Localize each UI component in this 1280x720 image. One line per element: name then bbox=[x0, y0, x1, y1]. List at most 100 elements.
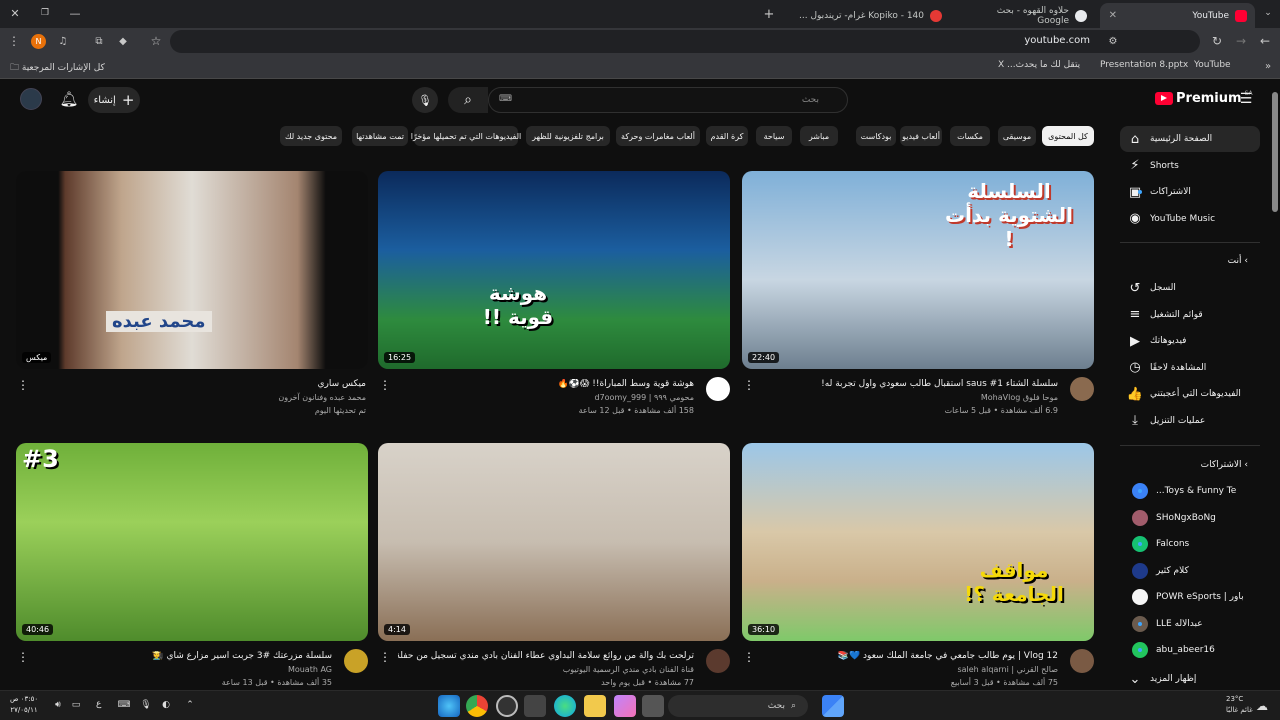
copilot-taskbar-icon[interactable] bbox=[614, 695, 636, 717]
profile-avatar[interactable]: N bbox=[31, 34, 46, 49]
app-taskbar-icon[interactable] bbox=[496, 695, 518, 717]
chip-6[interactable]: سياحة bbox=[756, 126, 792, 146]
sidebar-item[interactable]: ≡ قوائم التشغيل bbox=[1120, 302, 1260, 328]
file-explorer-taskbar-icon[interactable] bbox=[584, 695, 606, 717]
chip-5[interactable]: مباشر bbox=[800, 126, 838, 146]
channel-avatar[interactable] bbox=[706, 377, 730, 401]
tab-kopiko[interactable]: Kopiko - 140 غرام- تريندبول ... bbox=[780, 3, 950, 28]
sidebar-subscription[interactable]: كلام كثير bbox=[1120, 558, 1260, 584]
chip-1[interactable]: موسيقى bbox=[998, 126, 1036, 146]
voice-search-icon[interactable]: 🎙︎ bbox=[412, 87, 438, 113]
bookmark-all[interactable]: كل الإشارات المرجعية 🗀 bbox=[10, 60, 105, 76]
channel-name[interactable]: Mouath AG bbox=[36, 665, 332, 674]
notifications-icon[interactable]: 🔔︎ bbox=[59, 89, 78, 109]
chip-4[interactable]: بودكاست bbox=[856, 126, 896, 146]
more-actions-icon[interactable]: ⋮ bbox=[743, 378, 755, 392]
sidebar-item[interactable]: ⌂ الصفحة الرئيسية bbox=[1120, 126, 1260, 152]
bookmark-star-icon[interactable]: ☆ bbox=[149, 34, 163, 48]
scrollbar-thumb[interactable] bbox=[1272, 92, 1278, 212]
sidebar-item[interactable]: ⤓ عمليات التنزيل bbox=[1120, 408, 1260, 434]
video-title[interactable]: هوشة قوية وسط المباراة!! 😱⚽️🔥 bbox=[398, 379, 694, 389]
show-hidden-icons-icon[interactable]: ⌃ bbox=[184, 699, 196, 711]
new-tab-icon[interactable]: + bbox=[762, 5, 776, 23]
more-actions-icon[interactable]: ⋮ bbox=[17, 378, 29, 392]
create-button[interactable]: إنشاء + bbox=[88, 87, 140, 113]
chip-10[interactable]: الفيديوهات التي تم تحميلها مؤخرًا bbox=[411, 126, 521, 146]
back-icon[interactable]: ← bbox=[1258, 34, 1272, 48]
app-tray-icon[interactable]: ◐ bbox=[160, 699, 172, 711]
chip-0[interactable]: كل المحتوى bbox=[1042, 126, 1094, 146]
extensions-icon[interactable]: ⧉ bbox=[92, 34, 106, 48]
video-thumbnail[interactable]: السلسلة الشتوية بدأت ! 22:40 bbox=[742, 171, 1094, 369]
close-icon[interactable]: ✕ bbox=[1109, 10, 1117, 21]
task-view-taskbar-icon[interactable] bbox=[642, 695, 664, 717]
show-more-button[interactable]: ⌄ إظهار المزيد bbox=[1120, 666, 1260, 692]
more-actions-icon[interactable]: ⋮ bbox=[17, 650, 29, 664]
volume-icon[interactable]: 🔊︎ bbox=[52, 699, 64, 711]
video-thumbnail[interactable]: #3 40:46 bbox=[16, 443, 368, 641]
video-thumbnail[interactable]: 4:14 bbox=[378, 443, 730, 641]
media-control-icon[interactable]: ♫ bbox=[56, 34, 70, 48]
keyboard-tray-icon[interactable]: ⌨ bbox=[118, 699, 131, 711]
video-thumbnail[interactable]: هوشة قوية !! 16:25 bbox=[378, 171, 730, 369]
chrome-taskbar-icon[interactable] bbox=[466, 695, 488, 717]
network-icon[interactable]: ▭ bbox=[70, 699, 82, 711]
bookmark-presentation[interactable]: Presentation 8.pptx bbox=[1100, 60, 1188, 70]
sidebar-subscription[interactable]: باور | POWR eSports bbox=[1120, 584, 1260, 610]
channel-avatar[interactable] bbox=[344, 649, 368, 673]
bookmarks-overflow-icon[interactable]: » bbox=[1262, 60, 1274, 72]
chip-8[interactable]: ألعاب مغامرات وحركة bbox=[616, 126, 700, 146]
chip-9[interactable]: برامج تلفزيونية للظهر bbox=[526, 126, 610, 146]
channel-avatar[interactable] bbox=[706, 649, 730, 673]
account-avatar[interactable] bbox=[20, 88, 42, 110]
video-title[interactable]: سلسلة الشتاء saus #1 استقبال طالب سعودي … bbox=[762, 379, 1058, 389]
sidebar-item[interactable]: ◷ المشاهدة لاحقًا bbox=[1120, 355, 1260, 381]
reload-icon[interactable]: ↻ bbox=[1210, 34, 1224, 48]
sidebar-subscription[interactable]: Falcons bbox=[1120, 531, 1260, 557]
tab-google-search[interactable]: حلاوه القهوه - بحث Google bbox=[955, 3, 1095, 28]
sidebar-subscription[interactable]: Toys & Funny Te... bbox=[1120, 478, 1260, 504]
sidebar-item[interactable]: ▶ فيديوهاتك bbox=[1120, 328, 1260, 354]
menu-icon[interactable]: ⋮ bbox=[8, 34, 20, 48]
video-title[interactable]: سلسلة مزرعتك #3 جربت اسير مزارع شاي 🧑‍🌾 bbox=[36, 651, 332, 661]
chip-3[interactable]: ألعاب فيديو bbox=[900, 126, 942, 146]
page-scrollbar[interactable] bbox=[1270, 80, 1280, 690]
sidebar-item[interactable]: ↺ السجل bbox=[1120, 275, 1260, 301]
extension-icon[interactable]: ◆ bbox=[116, 34, 130, 48]
search-button[interactable]: ⌕ bbox=[448, 87, 488, 113]
search-input[interactable]: بحث ⌨ bbox=[488, 87, 848, 113]
video-title[interactable]: ميكس ساري bbox=[36, 379, 366, 389]
video-thumbnail[interactable]: محمد عبده ميكس bbox=[16, 171, 368, 369]
channel-avatar[interactable] bbox=[1070, 649, 1094, 673]
input-language[interactable]: ع bbox=[96, 699, 101, 709]
channel-name[interactable]: محومي ٩٩٩ | d7oomy_999 bbox=[398, 393, 694, 402]
sidebar-item[interactable]: ⚡ Shorts bbox=[1120, 153, 1260, 179]
sidebar-item[interactable]: ▣ الاشتراكات bbox=[1120, 179, 1260, 205]
taskbar-search[interactable]: بحث ⌕ bbox=[668, 695, 808, 717]
video-title[interactable]: Vlog 12 | يوم طالب جامعي في جامعة الملك … bbox=[762, 651, 1058, 661]
mic-tray-icon[interactable]: 🎙︎ bbox=[140, 699, 152, 711]
sidebar-subscription[interactable]: عبدالاله LLE bbox=[1120, 611, 1260, 637]
chip-2[interactable]: مكسات bbox=[950, 126, 990, 146]
browser-taskbar-icon[interactable] bbox=[438, 695, 460, 717]
window-minimize-icon[interactable]: — bbox=[68, 6, 82, 20]
address-bar[interactable]: youtube.com ⚙ bbox=[170, 30, 1200, 53]
bookmark-x[interactable]: يتقل لك ما يحدث... X bbox=[998, 60, 1080, 70]
chip-11[interactable]: تمت مشاهدتها bbox=[352, 126, 408, 146]
keyboard-icon[interactable]: ⌨ bbox=[499, 94, 512, 104]
more-actions-icon[interactable]: ⋮ bbox=[743, 650, 755, 664]
more-actions-icon[interactable]: ⋮ bbox=[379, 650, 391, 664]
channel-name[interactable]: محمد عبده وفنانون آخرون bbox=[36, 393, 366, 402]
clock[interactable]: ٠٣:٥٠ ص ٢٧/٠٥/١١ bbox=[10, 694, 38, 716]
more-actions-icon[interactable]: ⋮ bbox=[379, 378, 391, 392]
video-title[interactable]: ترلحت بك وآلة من روائع سلامة البداوي عطا… bbox=[398, 651, 694, 661]
you-section-header[interactable]: أنت ‹ bbox=[1228, 256, 1248, 266]
sidebar-item[interactable]: ◉ YouTube Music bbox=[1120, 206, 1260, 232]
window-close-icon[interactable]: ✕ bbox=[8, 6, 22, 20]
edge-taskbar-icon[interactable] bbox=[554, 695, 576, 717]
bookmark-youtube[interactable]: YouTube bbox=[1194, 60, 1231, 70]
windows-start-icon[interactable] bbox=[822, 695, 844, 717]
window-restore-icon[interactable]: ❐ bbox=[38, 6, 52, 20]
video-thumbnail[interactable]: مواقف الجامعة ؟! 36:10 bbox=[742, 443, 1094, 641]
tab-search-icon[interactable]: ⌄ bbox=[1262, 7, 1274, 19]
